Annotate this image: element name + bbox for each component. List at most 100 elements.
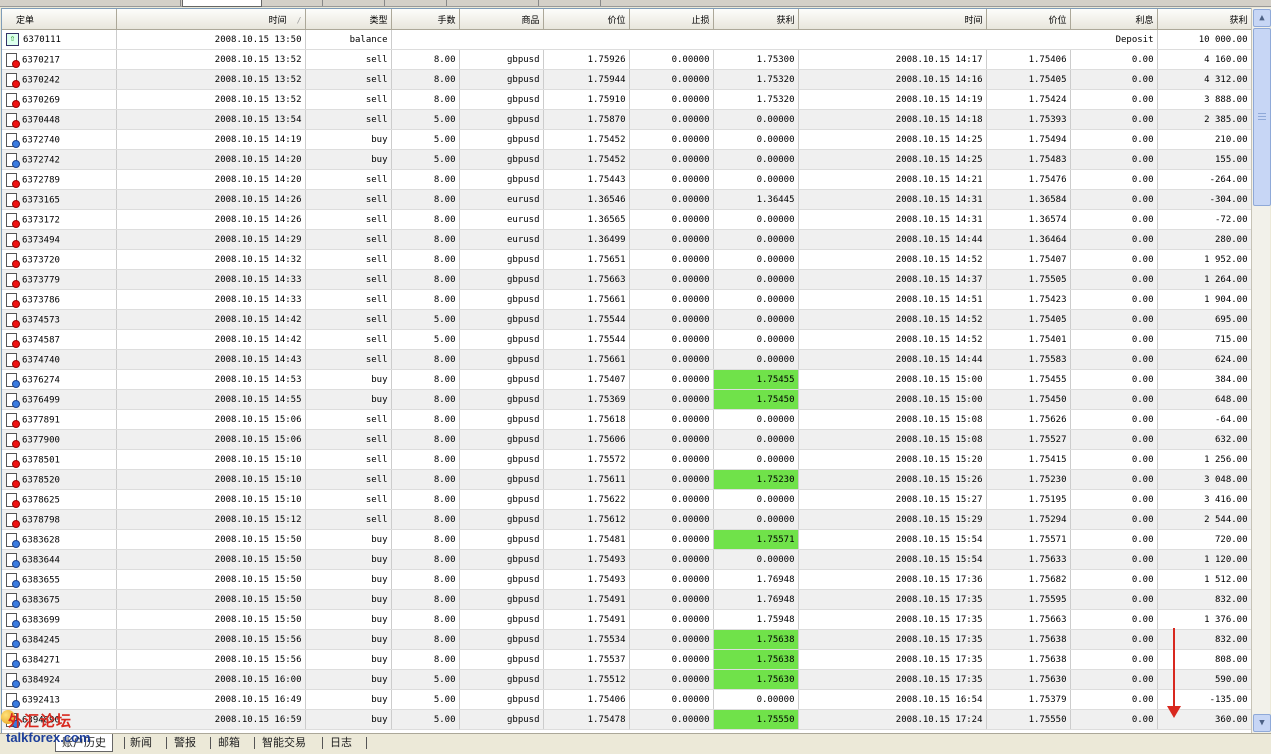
type-cell: buy (305, 669, 392, 690)
ticket-cell: 6373786 (2, 289, 117, 310)
open-price-cell: 1.75910 (543, 89, 630, 110)
top-tab[interactable] (540, 0, 601, 6)
column-header[interactable]: 时间 / (116, 9, 306, 30)
take-profit-cell: 0.00000 (713, 209, 799, 230)
table-row[interactable]: 6372789 2008.10.15 14:20 sell 8.00 gbpusd 1.7… (2, 169, 1251, 190)
scroll-down-button[interactable]: ▼ (1253, 714, 1271, 732)
open-price-cell: 1.75369 (543, 389, 630, 410)
table-row[interactable]: 6373786 2008.10.15 14:33 sell 8.00 gbpusd 1.7… (2, 289, 1251, 310)
column-header[interactable]: 手数 (391, 9, 460, 30)
table-row[interactable]: 6394890 2008.10.15 16:59 buy 5.00 gbpusd 1.75… (2, 709, 1251, 730)
table-row[interactable]: 6384271 2008.10.15 15:56 buy 8.00 gbpusd 1.75… (2, 649, 1251, 670)
top-tab-active[interactable] (182, 0, 262, 7)
table-row[interactable]: 6384245 2008.10.15 15:56 buy 8.00 gbpusd 1.75… (2, 629, 1251, 650)
table-row[interactable]: 6374573 2008.10.15 14:42 sell 5.00 gbpusd 1.7… (2, 309, 1251, 330)
profit-cell: 210.00 (1157, 129, 1251, 150)
profit-cell: -64.00 (1157, 409, 1251, 430)
table-row[interactable]: 6378520 2008.10.15 15:10 sell 8.00 gbpusd 1.7… (2, 469, 1251, 490)
table-row[interactable]: 6383699 2008.10.15 15:50 buy 8.00 gbpusd 1.75… (2, 609, 1251, 630)
table-row[interactable]: 6374587 2008.10.15 14:42 sell 5.00 gbpusd 1.7… (2, 329, 1251, 350)
scroll-thumb[interactable] (1253, 28, 1271, 206)
scroll-up-button[interactable]: ▲ (1253, 9, 1271, 27)
column-header-label: 获利 (1229, 15, 1248, 26)
close-price-cell: 1.75633 (986, 549, 1071, 570)
symbol-cell: gbpusd (459, 289, 544, 310)
column-header[interactable]: 定单 (2, 9, 117, 30)
table-row[interactable]: 6374740 2008.10.15 14:43 sell 8.00 gbpusd 1.7… (2, 349, 1251, 370)
table-row[interactable]: 6376499 2008.10.15 14:55 buy 8.00 gbpusd 1.75… (2, 389, 1251, 410)
ticket-cell: 6383644 (2, 549, 117, 570)
symbol-cell: gbpusd (459, 589, 544, 610)
tab-news[interactable]: 新闻 (124, 734, 158, 751)
table-row[interactable]: 6373720 2008.10.15 14:32 sell 8.00 gbpusd 1.7… (2, 249, 1251, 270)
open-price-cell: 1.75651 (543, 249, 630, 270)
tab-alerts[interactable]: 警报 (168, 734, 202, 751)
type-cell: buy (305, 549, 392, 570)
open-price-cell: 1.75661 (543, 349, 630, 370)
table-row[interactable]: 6377900 2008.10.15 15:06 sell 8.00 gbpusd 1.7… (2, 429, 1251, 450)
top-tab[interactable] (386, 0, 447, 6)
column-header[interactable]: 价位 (543, 9, 630, 30)
profit-cell: 1 256.00 (1157, 449, 1251, 470)
table-row[interactable]: 6376274 2008.10.15 14:53 buy 8.00 gbpusd 1.75… (2, 369, 1251, 390)
top-tab[interactable] (324, 0, 385, 6)
sell-order-icon (6, 332, 20, 348)
table-row[interactable]: 6370242 2008.10.15 13:52 sell 8.00 gbpusd 1.7… (2, 69, 1251, 90)
table-row[interactable]: 6373494 2008.10.15 14:29 sell 8.00 eurusd 1.3… (2, 229, 1251, 250)
top-tab[interactable] (0, 0, 181, 6)
table-row[interactable]: 6378625 2008.10.15 15:10 sell 8.00 gbpusd 1.7… (2, 489, 1251, 510)
type-cell: buy (305, 129, 392, 150)
close-price-cell: 1.75406 (986, 49, 1071, 70)
swap-cell: 0.00 (1070, 509, 1158, 530)
table-row[interactable]: 6383655 2008.10.15 15:50 buy 8.00 gbpusd 1.75… (2, 569, 1251, 590)
table-row[interactable]: 6373165 2008.10.15 14:26 sell 8.00 eurusd 1.3… (2, 189, 1251, 210)
open-price-cell: 1.36546 (543, 189, 630, 210)
time-cell: 2008.10.15 13:50 (116, 29, 306, 50)
tab-expert-advisors[interactable]: 智能交易 (256, 734, 312, 751)
symbol-cell: gbpusd (459, 249, 544, 270)
table-row[interactable]: 6377891 2008.10.15 15:06 sell 8.00 gbpusd 1.7… (2, 409, 1251, 430)
column-header[interactable]: 止损 (629, 9, 714, 30)
take-profit-cell: 0.00000 (713, 509, 799, 530)
table-row-balance[interactable]: ⇧ 6370111 2008.10.15 13:50 balance Deposit 10… (2, 29, 1251, 50)
table-row[interactable]: 6384924 2008.10.15 16:00 buy 5.00 gbpusd 1.75… (2, 669, 1251, 690)
column-header[interactable]: 商品 (459, 9, 544, 30)
table-row[interactable]: 6372742 2008.10.15 14:20 buy 5.00 gbpusd 1.75… (2, 149, 1251, 170)
column-header[interactable]: 价位 (986, 9, 1071, 30)
column-header-label: 利息 (1135, 15, 1154, 26)
comment-cell: Deposit (391, 29, 1158, 50)
table-row[interactable]: 6378501 2008.10.15 15:10 sell 8.00 gbpusd 1.7… (2, 449, 1251, 470)
close-time-cell: 2008.10.15 14:18 (798, 109, 987, 130)
column-header[interactable]: 利息 (1070, 9, 1158, 30)
tab-journal[interactable]: 日志 (324, 734, 358, 751)
open-price-cell: 1.75491 (543, 589, 630, 610)
top-tab[interactable] (262, 0, 323, 6)
ticket-cell: 6373165 (2, 189, 117, 210)
top-tab[interactable] (448, 0, 539, 6)
table-row[interactable]: 6373172 2008.10.15 14:26 sell 8.00 eurusd 1.3… (2, 209, 1251, 230)
buy-order-icon (6, 692, 20, 708)
column-header[interactable]: 类型 (305, 9, 392, 30)
table-row[interactable]: 6392413 2008.10.15 16:49 buy 5.00 gbpusd 1.75… (2, 689, 1251, 710)
tab-mailbox[interactable]: 邮箱 (212, 734, 246, 751)
table-row[interactable]: 6373779 2008.10.15 14:33 sell 8.00 gbpusd 1.7… (2, 269, 1251, 290)
table-row[interactable]: 6370217 2008.10.15 13:52 sell 8.00 gbpusd 1.7… (2, 49, 1251, 70)
column-header[interactable]: 时间 (798, 9, 987, 30)
vertical-scrollbar[interactable]: ▲ ▼ (1251, 8, 1271, 734)
type-cell: buy (305, 689, 392, 710)
lots-cell: 8.00 (391, 469, 460, 490)
table-row[interactable]: 6383675 2008.10.15 15:50 buy 8.00 gbpusd 1.75… (2, 589, 1251, 610)
type-cell: sell (305, 429, 392, 450)
ticket-number: 6370111 (23, 35, 61, 45)
symbol-cell: gbpusd (459, 469, 544, 490)
table-row[interactable]: 6383628 2008.10.15 15:50 buy 8.00 gbpusd 1.75… (2, 529, 1251, 550)
table-row[interactable]: 6370269 2008.10.15 13:52 sell 8.00 gbpusd 1.7… (2, 89, 1251, 110)
stop-loss-cell: 0.00000 (629, 709, 714, 730)
column-header[interactable]: 获利 (1157, 9, 1251, 30)
table-row[interactable]: 6383644 2008.10.15 15:50 buy 8.00 gbpusd 1.75… (2, 549, 1251, 570)
open-price-cell: 1.75443 (543, 169, 630, 190)
table-row[interactable]: 6372740 2008.10.15 14:19 buy 5.00 gbpusd 1.75… (2, 129, 1251, 150)
table-row[interactable]: 6378798 2008.10.15 15:12 sell 8.00 gbpusd 1.7… (2, 509, 1251, 530)
column-header[interactable]: 获利 (713, 9, 799, 30)
table-row[interactable]: 6370448 2008.10.15 13:54 sell 5.00 gbpusd 1.7… (2, 109, 1251, 130)
